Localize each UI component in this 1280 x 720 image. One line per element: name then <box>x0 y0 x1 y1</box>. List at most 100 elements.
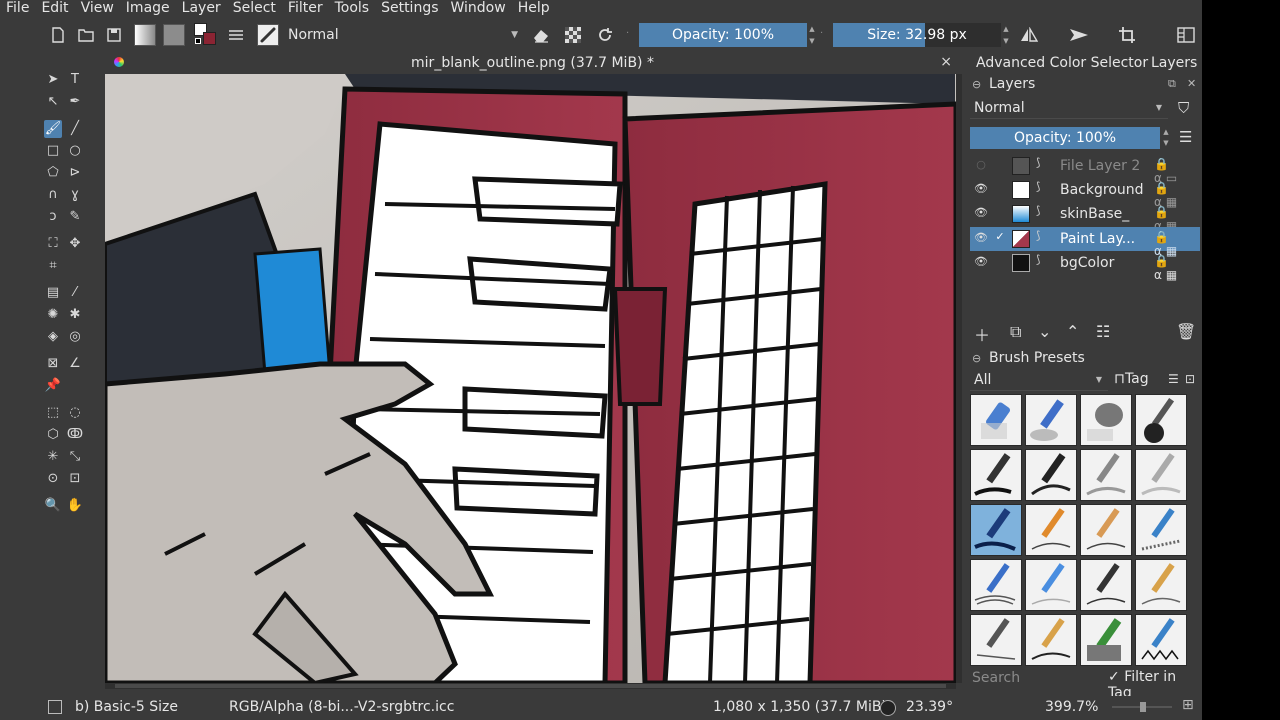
brush-preset-pencil-blue[interactable] <box>1135 504 1187 556</box>
layer-row[interactable]: 👁 ⟆ bgColor 🔒α▦ <box>970 251 1200 282</box>
panel-float-icon[interactable]: ⊖ <box>972 78 981 91</box>
contiguous-selection-tool-icon[interactable]: ✳ <box>44 448 62 466</box>
size-spin-buttons[interactable]: ▲ ▼ <box>1001 23 1011 47</box>
brush-preset-pencil-tan[interactable] <box>1080 504 1132 556</box>
menu-window[interactable]: Window <box>451 0 512 17</box>
visibility-eye-icon[interactable]: 👁 <box>974 231 988 245</box>
size-slider[interactable]: Size: 32.98 px <box>833 23 1001 47</box>
panel-close-icon[interactable]: ✕ <box>1187 77 1196 90</box>
eraser-mode-icon[interactable] <box>530 23 552 47</box>
reference-images-tool-icon[interactable]: 📌 <box>44 377 62 395</box>
brush-preset-airbrush[interactable] <box>1025 394 1077 446</box>
tag-button[interactable]: ⊓Tag <box>1114 371 1149 387</box>
fill-tool-icon[interactable]: ◈ <box>44 328 62 346</box>
menu-view[interactable]: View <box>81 0 120 17</box>
drawing-canvas[interactable] <box>105 74 956 683</box>
layer-properties-icon[interactable]: ☷ <box>1096 322 1110 341</box>
panel-undock-icon[interactable]: ⧉ <box>1168 77 1176 91</box>
gradient-swatch-icon[interactable] <box>133 23 157 47</box>
brush-preset-charcoal[interactable] <box>1025 614 1077 666</box>
brush-preset-scribble[interactable] <box>1135 614 1187 666</box>
pan-tool-icon[interactable]: ✋ <box>66 497 84 515</box>
foreground-background-color-icon[interactable] <box>193 23 219 47</box>
rectangle-tool-icon[interactable]: □ <box>44 142 62 160</box>
visibility-eye-icon[interactable]: 👁 <box>974 206 988 220</box>
layer-checkbox[interactable] <box>994 206 1006 218</box>
gradient-tool-icon[interactable]: ▤ <box>44 284 62 302</box>
smart-patch-tool-icon[interactable]: ✱ <box>66 306 84 324</box>
line-tool-icon[interactable]: ╱ <box>66 120 84 138</box>
assistant-tool-icon[interactable]: ⊠ <box>44 355 62 373</box>
freehand-selection-tool-icon[interactable]: ↂ <box>66 426 84 444</box>
duplicate-layer-icon[interactable]: ⧉ <box>1010 322 1021 342</box>
layer-row[interactable]: 👁 ⟆ skinBase_ 🔒α▦ <box>970 202 1200 233</box>
menu-edit[interactable]: Edit <box>41 0 74 17</box>
brush-preset-pencil-yellow[interactable] <box>1135 559 1187 611</box>
layer-checkmark-icon[interactable]: ✓ <box>994 231 1006 243</box>
move-tool-icon[interactable]: ✥ <box>66 235 84 253</box>
polygon-tool-icon[interactable]: ⬠ <box>44 164 62 182</box>
open-document-icon[interactable] <box>76 23 96 47</box>
mirror-horizontal-icon[interactable] <box>1018 23 1040 47</box>
bezier-selection-tool-icon[interactable]: ⤡ <box>66 448 84 466</box>
enclose-fill-tool-icon[interactable]: ◎ <box>66 328 84 346</box>
zoom-slider-handle[interactable] <box>1140 702 1146 712</box>
brush-preset-eraser[interactable] <box>970 394 1022 446</box>
rotation-dial-icon[interactable] <box>880 700 896 716</box>
menu-file[interactable]: File <box>6 0 35 17</box>
filter-icon[interactable]: ⛉ <box>1178 99 1189 117</box>
preset-tag-filter-select[interactable]: All ▼ <box>970 369 1108 391</box>
edit-shapes-tool-icon[interactable]: ↖ <box>44 93 62 111</box>
layer-opacity-spin-buttons[interactable]: ▲ ▼ <box>1161 127 1171 149</box>
brush-preset-pencil-dark[interactable] <box>1080 559 1132 611</box>
document-tab[interactable]: mir_blank_outline.png (37.7 MiB) * × <box>105 53 960 74</box>
blend-mode-select[interactable]: Normal ▼ <box>282 23 522 47</box>
canvas-horizontal-scrollbar[interactable] <box>105 683 956 689</box>
menu-image[interactable]: Image <box>126 0 176 17</box>
colorize-mask-tool-icon[interactable]: ✺ <box>44 306 62 324</box>
text-tool-icon[interactable]: T <box>66 71 84 89</box>
workspace-icon[interactable] <box>1175 23 1197 47</box>
pattern-swatch-icon[interactable] <box>162 23 186 47</box>
brush-preset-pencil-orange[interactable] <box>1025 504 1077 556</box>
wrap-around-icon[interactable] <box>1116 23 1138 47</box>
view-mode-icon[interactable]: ⊞ <box>1182 697 1194 713</box>
status-zoom[interactable]: 399.7% <box>1045 699 1098 715</box>
new-document-icon[interactable] <box>48 23 68 47</box>
elliptical-selection-tool-icon[interactable]: ◌ <box>66 404 84 422</box>
crop-tool-icon[interactable]: ⌗ <box>44 257 62 275</box>
preset-search-input[interactable]: Search <box>970 668 1102 688</box>
freehand-brush-tool-icon[interactable]: 🖌 <box>44 120 62 138</box>
list-view-icon[interactable]: ☰ <box>1168 372 1179 386</box>
status-rotation[interactable]: 23.39° <box>906 699 953 715</box>
ellipse-tool-icon[interactable]: ○ <box>66 142 84 160</box>
transform-tool-icon[interactable]: ⛶ <box>44 235 62 253</box>
preserve-alpha-icon[interactable] <box>562 23 584 47</box>
polyline-tool-icon[interactable]: ⊳ <box>66 164 84 182</box>
brush-preset-pencil-light[interactable] <box>1135 449 1187 501</box>
tab-advanced-color-selector[interactable]: Advanced Color Selector <box>976 55 1148 71</box>
menu-layer[interactable]: Layer <box>182 0 227 17</box>
move-layer-up-icon[interactable]: ⌃ <box>1066 322 1079 341</box>
layer-checkbox[interactable] <box>994 255 1006 267</box>
bezier-tool-icon[interactable]: ∩ <box>44 186 62 204</box>
brush-settings-icon[interactable] <box>226 23 246 47</box>
brush-preset-icon[interactable] <box>256 23 280 47</box>
menu-help[interactable]: Help <box>518 0 556 17</box>
tab-layers[interactable]: Layers <box>1151 55 1197 71</box>
layer-row-selected[interactable]: 👁 ✓ ⟆ Paint Lay... 🔒α▦ <box>970 227 1200 258</box>
polygonal-selection-tool-icon[interactable]: ⬡ <box>44 426 62 444</box>
save-icon[interactable] <box>104 23 124 47</box>
zoom-tool-icon[interactable]: 🔍 <box>44 497 62 515</box>
select-shapes-tool-icon[interactable]: ➤ <box>44 71 62 89</box>
brush-preset-soft[interactable] <box>1080 394 1132 446</box>
brush-preset-texture[interactable] <box>1080 614 1132 666</box>
menu-filter[interactable]: Filter <box>288 0 329 17</box>
layer-checkbox[interactable] <box>994 158 1006 170</box>
brush-preset-basic-5-size[interactable] <box>970 504 1022 556</box>
visibility-hidden-icon[interactable]: ○ <box>974 158 988 172</box>
brush-preset-ink-pen[interactable] <box>1025 449 1077 501</box>
reload-preset-icon[interactable] <box>594 23 616 47</box>
measure-tool-icon[interactable]: ∠ <box>66 355 84 373</box>
delete-layer-icon[interactable]: 🗑 <box>1176 322 1196 341</box>
